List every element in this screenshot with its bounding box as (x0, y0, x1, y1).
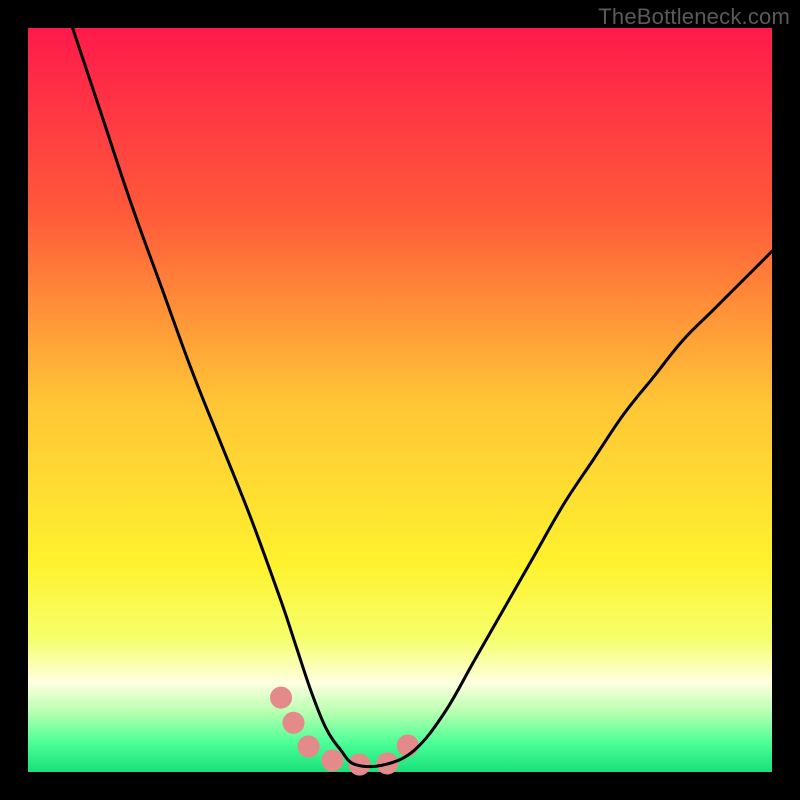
bottleneck-chart (0, 0, 800, 800)
plot-area (28, 28, 772, 772)
chart-stage: TheBottleneck.com (0, 0, 800, 800)
